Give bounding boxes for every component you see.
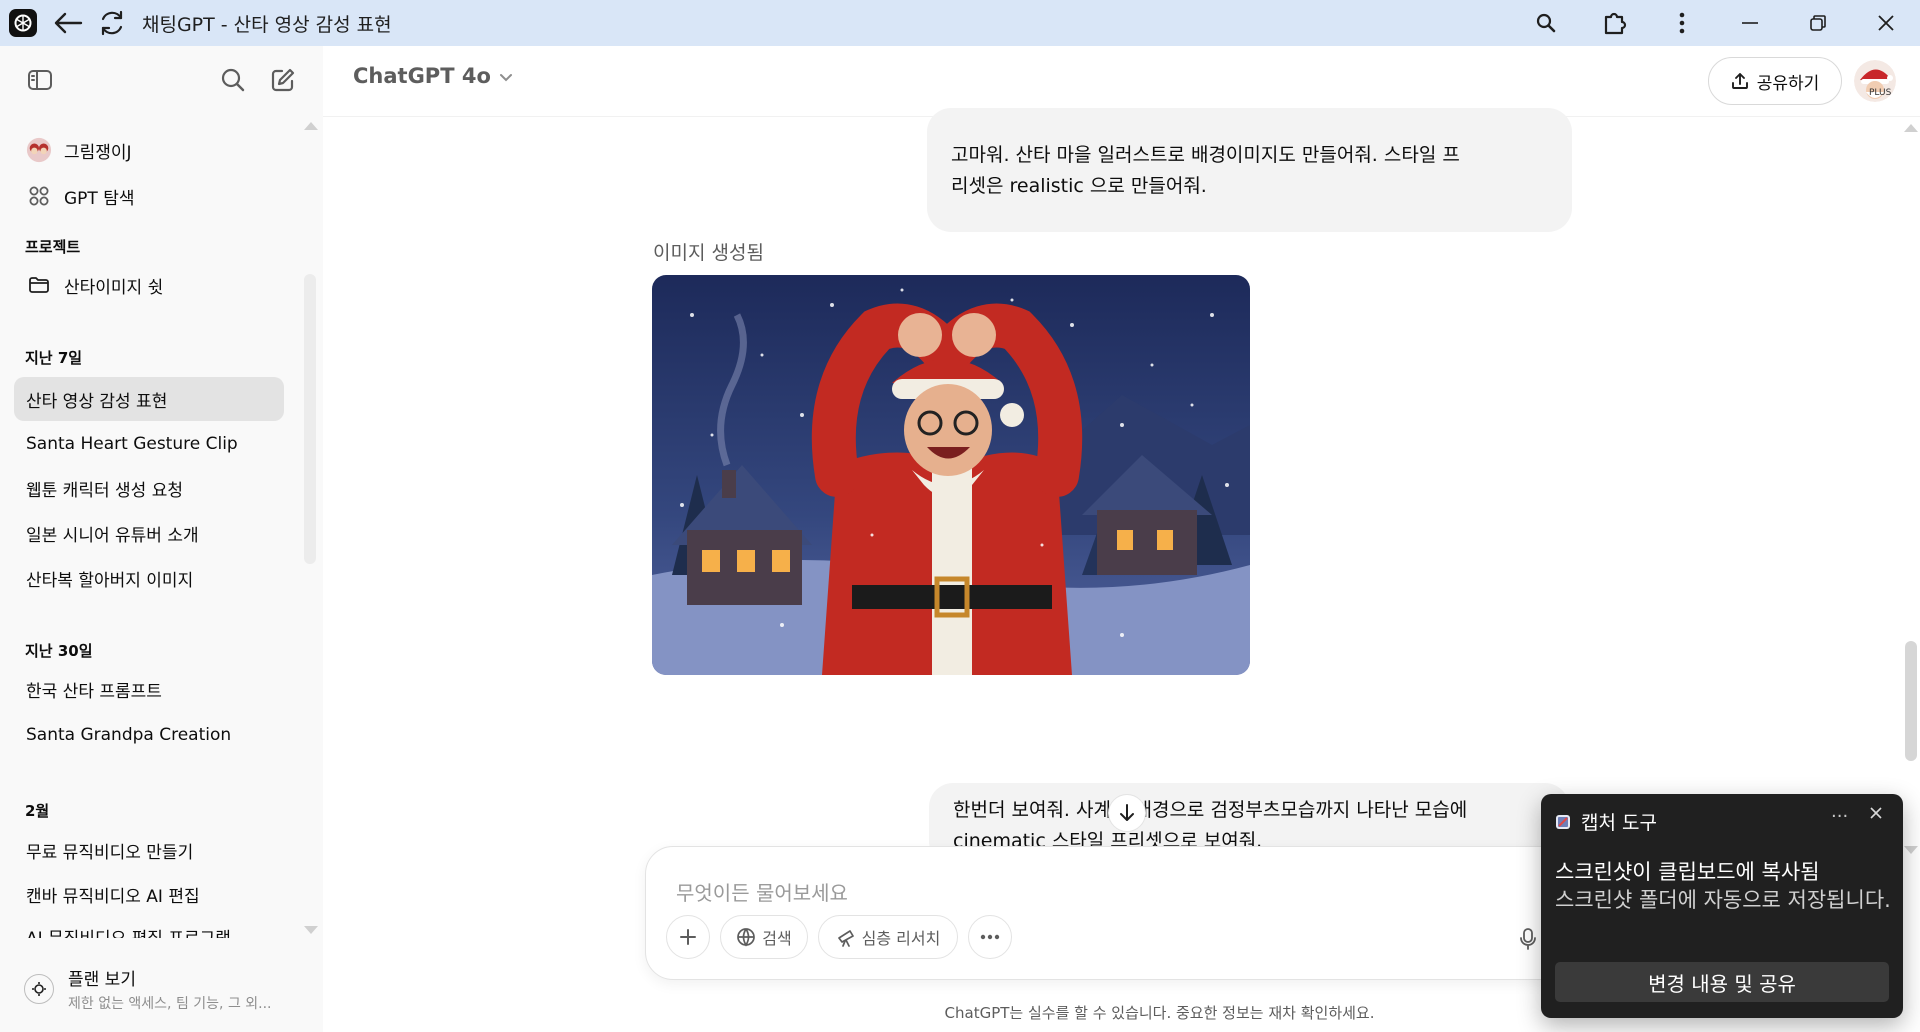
arrow-down-icon xyxy=(1120,804,1134,821)
sidebar-item-chat[interactable]: 일본 시니어 유튜버 소개 xyxy=(14,511,284,555)
scroll-to-bottom-button[interactable] xyxy=(1108,794,1146,832)
more-vertical-icon[interactable] xyxy=(1648,0,1716,46)
edit-and-share-button[interactable]: 변경 내용 및 공유 xyxy=(1555,962,1889,1002)
composer: 무엇이든 물어보세요 검색 심층 리서치 xyxy=(645,846,1595,980)
model-name: ChatGPT 4o xyxy=(353,64,491,88)
sidebar-item-chat[interactable]: 웹툰 캐릭터 생성 요청 xyxy=(14,466,284,510)
sidebar-item-chat[interactable]: AI 뮤직비디오 편집 프로그램 xyxy=(14,916,284,938)
share-upload-icon xyxy=(1731,73,1748,89)
view-plans-button[interactable]: 플랜 보기 제한 없는 액세스, 팀 기능, 그 외... xyxy=(0,946,323,1032)
search-toggle-label: 검색 xyxy=(762,929,792,948)
snipping-tool-icon xyxy=(1556,814,1570,829)
grid-icon xyxy=(26,183,52,209)
user-message: 고마워. 산타 마을 일러스트로 배경이미지도 만들어줘. 스타일 프 리셋은 … xyxy=(927,108,1572,232)
message-line: 리셋은 realistic 으로 만들어줘. xyxy=(951,175,1207,197)
search-icon[interactable] xyxy=(215,62,251,98)
back-icon[interactable] xyxy=(46,0,90,46)
zoom-search-icon[interactable] xyxy=(1512,0,1580,46)
main-scroll-down-icon[interactable] xyxy=(1904,846,1918,854)
search-toggle-button[interactable]: 검색 xyxy=(720,915,808,959)
sidebar-scroll-up-icon[interactable] xyxy=(304,122,318,130)
share-label: 공유하기 xyxy=(1756,73,1820,94)
sidebar-item-label: GPT 탐색 xyxy=(64,188,135,209)
deep-research-label: 심층 리서치 xyxy=(861,929,941,948)
bubble-clip-edge xyxy=(923,116,1583,117)
chatgpt-logo-icon xyxy=(0,0,46,46)
folder-icon xyxy=(26,272,52,298)
minimize-icon[interactable] xyxy=(1716,0,1784,46)
message-line: 한번더 보여줘. 사계절 배경으로 검정부츠모습까지 나타난 모습에 xyxy=(953,799,1468,821)
sidebar-item-project[interactable]: 산타이미지 쉿 xyxy=(14,263,284,307)
generated-santa-image[interactable] xyxy=(652,275,1250,675)
telescope-icon xyxy=(837,930,854,947)
sidebar-item-label: 그림쟁이J xyxy=(64,142,132,163)
notification-more-button[interactable]: ··· xyxy=(1831,806,1848,827)
message-line: 고마워. 산타 마을 일러스트로 배경이미지도 만들어줘. 스타일 프 xyxy=(951,144,1460,166)
plus-icon xyxy=(680,929,696,945)
section-title-projects: 프로젝트 xyxy=(25,238,81,256)
plan-upgrade-icon xyxy=(24,974,54,1004)
extensions-puzzle-icon[interactable] xyxy=(1580,0,1648,46)
sidebar: 그림쟁이J GPT 탐색 프로젝트 산타이미지 쉿 지난 7일 산타 영상 감성… xyxy=(0,46,323,1032)
prompt-input[interactable]: 무엇이든 물어보세요 xyxy=(676,877,848,906)
sidebar-item-chat[interactable]: 무료 뮤직비디오 만들기 xyxy=(14,828,284,872)
main-scroll-up-icon[interactable] xyxy=(1904,124,1918,132)
main-scrollbar[interactable] xyxy=(1905,641,1917,761)
plan-title: 플랜 보기 xyxy=(68,970,136,990)
sidebar-item-chat[interactable]: 캔바 뮤직비디오 AI 편집 xyxy=(14,872,284,916)
capture-tool-notification: 캡처 도구 ··· 스크린샷이 클립보드에 복사됨 스크린샷 폴더에 자동으로 … xyxy=(1541,794,1903,1018)
share-button[interactable]: 공유하기 xyxy=(1708,57,1842,105)
sidebar-item-chat[interactable]: Santa Grandpa Creation xyxy=(14,713,284,757)
restore-icon[interactable] xyxy=(1784,0,1852,46)
sidebar-item-label: 산타이미지 쉿 xyxy=(64,277,164,298)
image-generated-label: 이미지 생성됨 xyxy=(653,242,764,264)
close-window-icon[interactable] xyxy=(1852,0,1920,46)
notification-title: 스크린샷이 클립보드에 복사됨 xyxy=(1555,860,1820,884)
microphone-icon xyxy=(1520,928,1536,950)
notification-close-icon[interactable] xyxy=(1869,804,1883,825)
attach-button[interactable] xyxy=(666,915,710,959)
sidebar-item-chat[interactable]: Santa Heart Gesture Clip xyxy=(14,422,284,466)
more-horizontal-icon xyxy=(980,934,1000,940)
chevron-down-icon xyxy=(499,64,513,88)
sidebar-item-chat[interactable]: 한국 산타 프롬프트 xyxy=(14,667,284,711)
sidebar-scrollbar[interactable] xyxy=(304,274,316,564)
notification-header: 캡처 도구 xyxy=(1555,808,1657,835)
section-title-last-30-days: 지난 30일 xyxy=(25,642,93,660)
globe-icon xyxy=(737,928,756,947)
deep-research-button[interactable]: 심층 리서치 xyxy=(818,915,958,959)
sidebar-item-chat-active[interactable]: 산타 영상 감성 표현 xyxy=(14,377,284,421)
notification-body: 스크린샷 폴더에 자동으로 저장됩니다. xyxy=(1555,888,1891,912)
plan-subtitle: 제한 없는 액세스, 팀 기능, 그 외... xyxy=(68,996,272,1012)
title-bar: 채팅GPT - 산타 영상 감성 표현 xyxy=(0,0,1920,46)
new-chat-icon[interactable] xyxy=(265,62,301,98)
more-tools-button[interactable] xyxy=(968,915,1012,959)
sidebar-item-explore-gpts[interactable]: GPT 탐색 xyxy=(14,174,284,218)
window-title: 채팅GPT - 산타 영상 감성 표현 xyxy=(142,13,392,36)
model-selector[interactable]: ChatGPT 4o xyxy=(353,64,513,88)
section-title-february: 2월 xyxy=(25,802,50,820)
refresh-icon[interactable] xyxy=(90,0,134,46)
section-title-last-7-days: 지난 7일 xyxy=(25,349,83,367)
notification-app-name: 캡처 도구 xyxy=(1581,812,1657,834)
plus-badge: PLUS xyxy=(1869,88,1892,98)
toggle-sidebar-icon[interactable] xyxy=(22,62,58,98)
sidebar-scroll-down-icon[interactable] xyxy=(304,926,318,934)
sidebar-item-custom-gpt[interactable]: 그림쟁이J xyxy=(14,128,284,172)
sidebar-item-chat[interactable]: 산타복 할아버지 이미지 xyxy=(14,556,284,600)
disclaimer-text: ChatGPT는 실수를 할 수 있습니다. 중요한 정보는 재차 확인하세요. xyxy=(944,1004,1375,1022)
avatar-icon xyxy=(26,137,52,163)
